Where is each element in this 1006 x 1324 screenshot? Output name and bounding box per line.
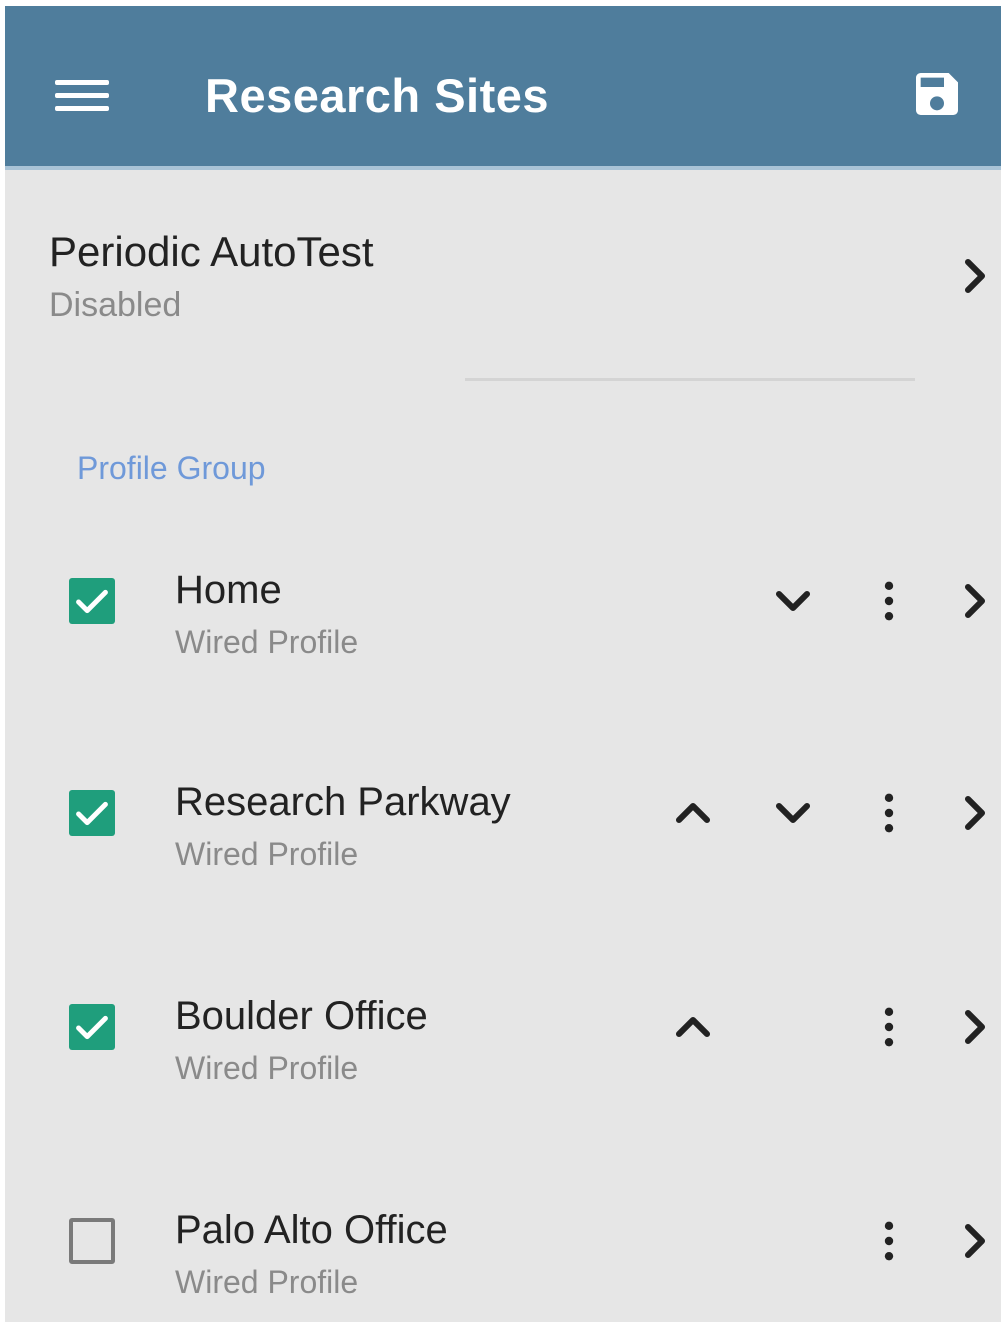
chevron-right-icon[interactable] — [947, 999, 1001, 1055]
divider — [465, 378, 915, 381]
chevron-up-icon[interactable] — [665, 999, 721, 1055]
more-vert-icon[interactable] — [861, 785, 917, 841]
chevron-right-icon[interactable] — [947, 1213, 1001, 1269]
chevron-right-icon[interactable] — [947, 248, 1001, 304]
profile-type: Wired Profile — [175, 1050, 359, 1086]
chevron-right-icon[interactable] — [947, 785, 1001, 841]
chevron-up-icon[interactable] — [665, 785, 721, 841]
periodic-autotest-title: Periodic AutoTest — [49, 228, 374, 275]
profile-checkbox[interactable] — [69, 1004, 115, 1050]
menu-icon[interactable] — [55, 76, 111, 114]
more-vert-icon[interactable] — [861, 1213, 917, 1269]
profile-name: Home — [175, 568, 282, 612]
profile-row-boulder-office[interactable]: Boulder Office Wired Profile — [5, 952, 1001, 1102]
app-bar: Research Sites — [5, 6, 1001, 170]
profile-name: Research Parkway — [175, 780, 511, 824]
save-icon[interactable] — [909, 66, 965, 122]
chevron-down-icon[interactable] — [765, 573, 821, 629]
profile-type: Wired Profile — [175, 1264, 359, 1300]
profile-checkbox[interactable] — [69, 578, 115, 624]
profile-row-research-parkway[interactable]: Research Parkway Wired Profile — [5, 738, 1001, 888]
profile-checkbox[interactable] — [69, 790, 115, 836]
periodic-autotest-status: Disabled — [49, 286, 182, 324]
profile-checkbox[interactable] — [69, 1218, 115, 1264]
profile-name: Palo Alto Office — [175, 1208, 448, 1252]
chevron-right-icon[interactable] — [947, 573, 1001, 629]
profile-type: Wired Profile — [175, 836, 359, 872]
periodic-autotest-row[interactable]: Periodic AutoTest Disabled — [5, 206, 1001, 346]
more-vert-icon[interactable] — [861, 999, 917, 1055]
page-title: Research Sites — [205, 69, 550, 122]
screen: Research Sites Periodic AutoTest Disable… — [5, 6, 1001, 1322]
profile-name: Boulder Office — [175, 994, 428, 1038]
more-vert-icon[interactable] — [861, 573, 917, 629]
profile-row-home[interactable]: Home Wired Profile — [5, 526, 1001, 676]
profile-row-palo-alto-office[interactable]: Palo Alto Office Wired Profile — [5, 1166, 1001, 1316]
profile-type: Wired Profile — [175, 624, 359, 660]
chevron-down-icon[interactable] — [765, 785, 821, 841]
profile-group-header: Profile Group — [77, 450, 266, 486]
